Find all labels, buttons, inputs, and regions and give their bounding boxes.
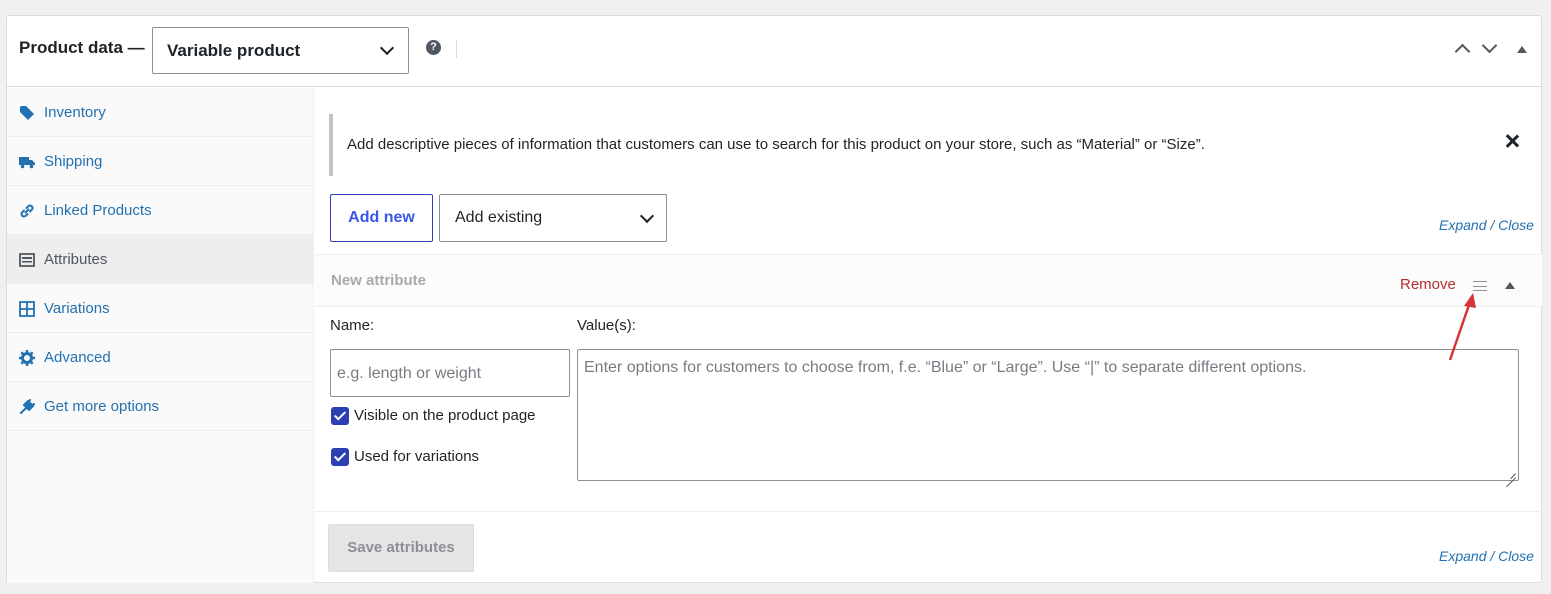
expand-close-link-top[interactable]: Expand / Close (1439, 217, 1534, 233)
sidebar-item-inventory[interactable]: Inventory (7, 88, 313, 137)
sidebar-item-shipping[interactable]: Shipping (7, 137, 313, 186)
attribute-item: New attribute Remove Name: e.g. length o… (315, 254, 1542, 512)
plugin-icon (20, 399, 35, 414)
sidebar-item-label: Get more options (44, 398, 160, 415)
save-attributes-button[interactable]: Save attributes (328, 524, 474, 572)
visible-label: Visible on the product page (354, 407, 536, 424)
sidebar-item-label: Inventory (44, 104, 106, 121)
attributes-panel: Add descriptive pieces of information th… (315, 88, 1542, 583)
header-divider (456, 40, 457, 58)
variations-label: Used for variations (354, 448, 480, 465)
variations-checkbox[interactable] (331, 448, 349, 466)
values-label: Value(s): (577, 317, 636, 334)
resize-handle-icon[interactable] (1506, 468, 1516, 478)
collapse-attribute-icon[interactable] (1505, 282, 1515, 289)
sidebar-item-label: Linked Products (44, 202, 152, 219)
values-placeholder: Enter options for customers to choose fr… (584, 359, 1307, 376)
tag-icon (20, 106, 34, 120)
gear-icon (19, 350, 35, 366)
sidebar-item-label: Variations (44, 300, 110, 317)
name-label: Name: (330, 317, 375, 334)
product-data-title: Product data — (19, 38, 145, 57)
list-view-icon (19, 253, 35, 267)
chevron-down-icon (379, 40, 395, 56)
truck-icon (19, 157, 35, 169)
add-existing-attribute-select[interactable]: Add existing (439, 194, 667, 242)
remove-attribute-link[interactable]: Remove (1400, 276, 1456, 293)
drag-handle-icon[interactable] (1473, 281, 1487, 291)
grid-icon (19, 301, 35, 317)
attribute-values-textarea[interactable]: Enter options for customers to choose fr… (577, 349, 1519, 481)
product-data-tabs: Inventory Shipping Linked Products Attri… (7, 88, 314, 583)
add-new-attribute-button[interactable]: Add new (330, 194, 433, 242)
product-data-panel: Product data — Variable product ? Invent… (6, 15, 1542, 583)
attribute-name-input[interactable]: e.g. length or weight (330, 349, 570, 397)
attributes-notice: Add descriptive pieces of information th… (329, 114, 1529, 176)
sidebar-item-advanced[interactable]: Advanced (7, 333, 313, 382)
sidebar-item-label: Attributes (44, 251, 108, 268)
dismiss-notice-icon[interactable] (1505, 134, 1519, 148)
collapse-toggle-icon[interactable] (1517, 46, 1527, 53)
product-data-header: Product data — Variable product ? (7, 16, 1541, 87)
link-icon (20, 204, 34, 218)
panel-controls (1451, 36, 1541, 66)
help-icon[interactable]: ? (426, 40, 441, 55)
product-type-value: Variable product (167, 41, 301, 60)
sidebar-item-linked-products[interactable]: Linked Products (7, 186, 313, 235)
sidebar-item-attributes[interactable]: Attributes (7, 235, 313, 284)
sidebar-item-variations[interactable]: Variations (7, 284, 313, 333)
expand-close-link-bottom[interactable]: Expand / Close (1439, 548, 1534, 564)
visible-checkbox[interactable] (331, 407, 349, 425)
sidebar-item-label: Advanced (44, 349, 111, 366)
add-existing-value: Add existing (455, 209, 543, 226)
attribute-title: New attribute (331, 272, 427, 289)
product-type-select[interactable]: Variable product (152, 27, 409, 74)
attribute-header[interactable]: New attribute Remove (315, 255, 1542, 307)
name-placeholder: e.g. length or weight (337, 365, 482, 382)
sidebar-item-get-more-options[interactable]: Get more options (7, 382, 313, 431)
sidebar-item-label: Shipping (44, 153, 103, 170)
notice-text: Add descriptive pieces of information th… (347, 136, 1205, 153)
chevron-down-icon (639, 208, 655, 224)
move-up-icon[interactable] (1454, 43, 1471, 60)
move-down-icon[interactable] (1481, 37, 1498, 54)
